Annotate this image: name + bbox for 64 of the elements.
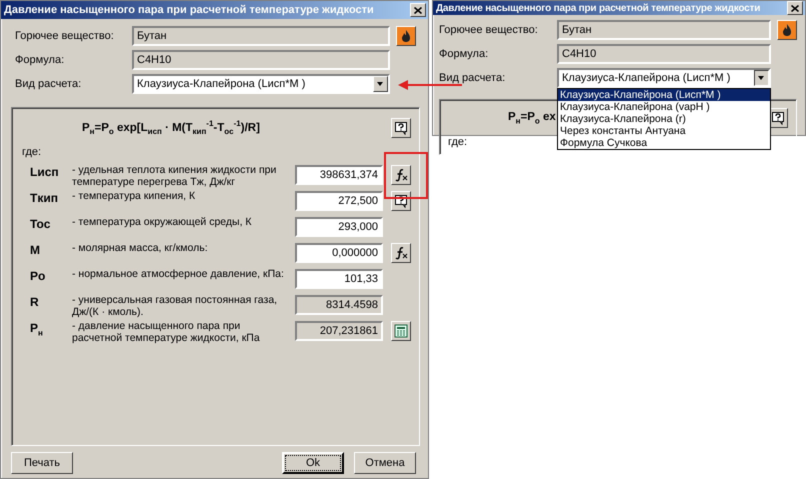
where-label: где: xyxy=(22,146,42,158)
variable-symbol: Tкип xyxy=(29,190,59,205)
dropdown-option[interactable]: Клаузиуса-Клапейрона (vapH ) xyxy=(558,101,770,113)
dialog-button[interactable]: Ok xyxy=(282,452,344,474)
substance-field[interactable]: Бутан xyxy=(557,20,771,40)
flame-button[interactable] xyxy=(396,26,416,46)
field-label: Формула: xyxy=(439,48,490,60)
value-field[interactable]: 293,000 xyxy=(295,217,383,237)
help-button[interactable] xyxy=(391,191,411,211)
dropdown-option[interactable]: Клаузиуса-Клапейрона (Lисп*M ) xyxy=(558,89,770,101)
equation: P$_{н}$=P$_{o}$ exp[L$_{исп}$ · M(T$_{кип}$$^{-1}$-T$_{oc}$$^{-1}$)/R] xyxy=(82,119,260,137)
flame-icon xyxy=(780,23,794,37)
where-label: где: xyxy=(448,136,468,148)
variable-description: - нормальное атмосферное давление, кПа: xyxy=(72,268,285,280)
formula-field[interactable]: C4H10 xyxy=(557,44,771,64)
close-button[interactable] xyxy=(787,1,803,15)
calculation-dropdown[interactable]: Клаузиуса-Клапейрона (Lисп*M ) xyxy=(132,74,390,94)
function-button[interactable] xyxy=(391,243,411,263)
function-icon xyxy=(394,246,408,260)
help-button[interactable] xyxy=(391,118,411,138)
variable-description: - температура окружающей среды, К xyxy=(72,216,253,228)
value-field[interactable]: 101,33 xyxy=(295,269,383,289)
function-button[interactable] xyxy=(391,165,411,185)
value-field[interactable]: 398631,374 xyxy=(295,165,383,185)
result-field[interactable]: 207,231861 xyxy=(295,321,383,341)
value-field[interactable]: 272,500 xyxy=(295,191,383,211)
variable-description: - молярная масса, кг/кмоль: xyxy=(72,242,209,254)
dropdown-option[interactable]: Формула Сучкова xyxy=(558,137,770,149)
variable-symbol: Toc xyxy=(29,216,52,231)
window-title: Давление насыщенного пара при расчетной температуре жидкости xyxy=(436,2,760,14)
variable-symbol: R xyxy=(29,294,40,309)
close-icon xyxy=(791,4,799,12)
highlight-frame xyxy=(384,152,428,199)
variable-symbol: M xyxy=(29,242,41,257)
variable-description: - универсальная газовая постоянная газа, Дж/(К · кмоль). xyxy=(72,294,278,318)
field-label: Вид расчета: xyxy=(15,78,82,90)
close-button[interactable] xyxy=(410,3,426,17)
formula-field[interactable]: C4H10 xyxy=(132,50,390,70)
dropdown-option[interactable]: Через константы Антуана xyxy=(558,125,770,137)
dialog-button[interactable]: Отмена xyxy=(354,452,416,474)
value-field[interactable]: 0,000000 xyxy=(295,243,383,263)
substance-field[interactable]: Бутан xyxy=(132,26,390,46)
variable-symbol: Lисп xyxy=(29,164,60,179)
field-label: Формула: xyxy=(15,54,66,66)
equation: P$_{н}$=P$_{o}$ ex xyxy=(508,110,556,126)
variable-symbol: P$_{н}$ xyxy=(29,320,44,338)
dropdown-option[interactable]: Клаузиуса-Клапейрона (r) xyxy=(558,113,770,125)
help-icon xyxy=(394,121,408,135)
variable-description: - температура кипения, К xyxy=(72,190,196,202)
calculator-button[interactable] xyxy=(391,321,411,341)
variable-symbol: Po xyxy=(29,268,46,283)
calculator-icon xyxy=(394,324,408,338)
field-label: Горючее вещество: xyxy=(439,24,539,36)
dialog-button[interactable]: Печать xyxy=(11,452,73,474)
flame-button[interactable] xyxy=(777,20,797,40)
field-label: Вид расчета: xyxy=(439,72,506,84)
variable-description: - удельная теплота кипения жидкости при температуре перегрева Tж, Дж/кг xyxy=(72,164,278,188)
function-icon xyxy=(394,168,408,182)
field-label: Горючее вещество: xyxy=(15,30,115,42)
flame-icon xyxy=(399,29,413,43)
result-field[interactable]: 8314.4598 xyxy=(295,295,383,315)
close-icon xyxy=(414,6,422,14)
window-title: Давление насыщенного пара при расчетной температуре жидкости xyxy=(4,4,374,16)
variable-description: - давление насыщенного пара при расчетной температуре жидкости, кПа xyxy=(72,320,261,344)
